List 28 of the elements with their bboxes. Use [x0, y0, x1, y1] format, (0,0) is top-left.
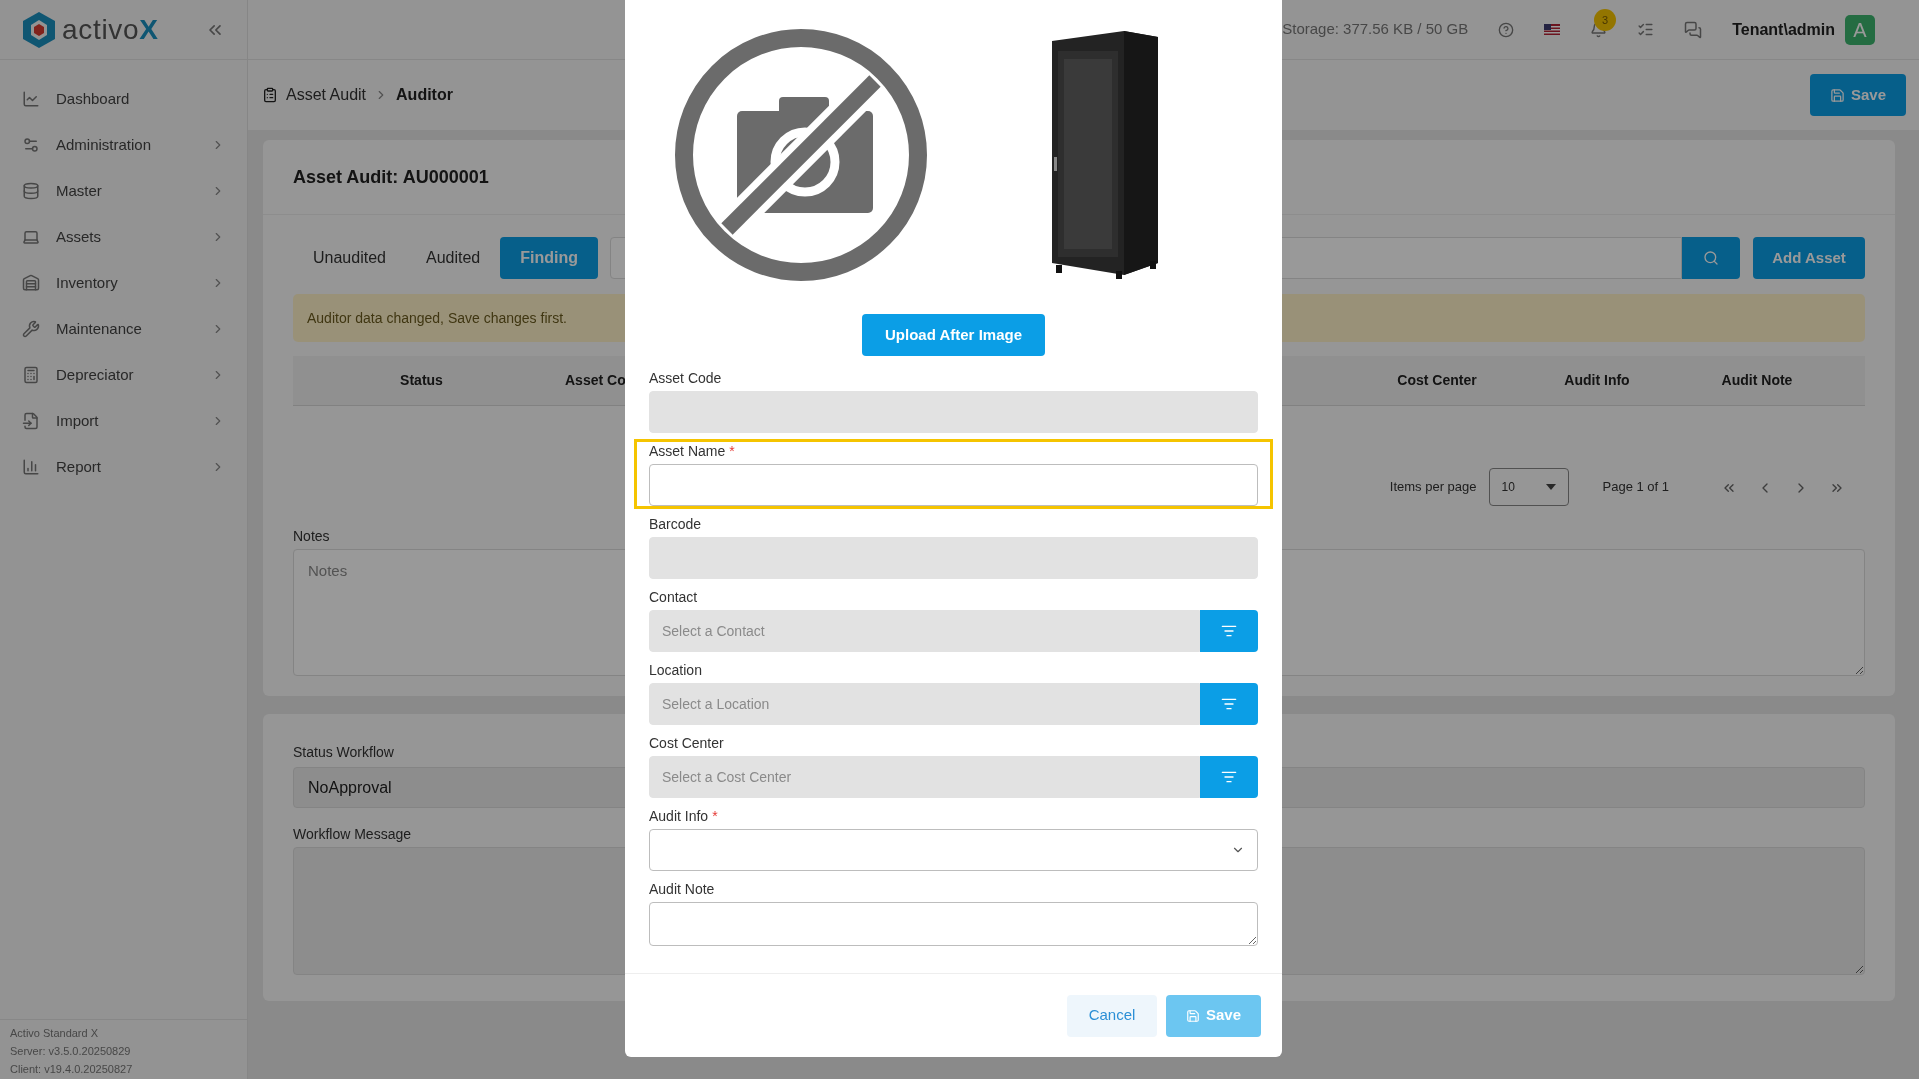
field-label: Status Workflow — [293, 743, 394, 762]
column-header: Audit Info — [1564, 371, 1630, 390]
field-label: Workflow Message — [293, 825, 411, 844]
field-label: Contact — [649, 588, 698, 606]
column-header: Cost Center — [1397, 371, 1477, 390]
page-info: Page 1 of 1 — [1602, 477, 1669, 496]
required-mark: * — [729, 442, 735, 460]
version-text: Activo Standard X — [10, 1026, 100, 1041]
column-header: Asset Co — [565, 372, 626, 388]
notification-badge: 3 — [1594, 9, 1617, 31]
field-label: Barcode — [649, 515, 702, 533]
field-label: Location — [649, 661, 702, 679]
field-label: Audit Info — [649, 807, 709, 825]
page-title: Asset Audit: AU000001 — [293, 165, 489, 189]
column-header: Status — [400, 371, 443, 390]
items-per-page-label: Items per page — [1389, 477, 1477, 496]
logo-text: activoX — [62, 12, 159, 47]
field-label: Cost Center — [649, 734, 724, 752]
field-label: Notes — [293, 527, 330, 546]
field-label: Audit Note — [649, 880, 715, 898]
version-text: Client: v19.4.0.20250827 — [10, 1062, 134, 1077]
version-text: Server: v3.5.0.20250829 — [10, 1044, 132, 1059]
column-header: Audit Note — [1721, 371, 1793, 390]
storage-text: Storage: 377.56 KB / 50 GB — [1282, 19, 1469, 40]
required-mark: * — [712, 807, 718, 825]
breadcrumb-current: Auditor — [396, 85, 453, 105]
field-label: Asset Name — [649, 442, 726, 460]
field-label: Asset Code — [649, 369, 722, 387]
